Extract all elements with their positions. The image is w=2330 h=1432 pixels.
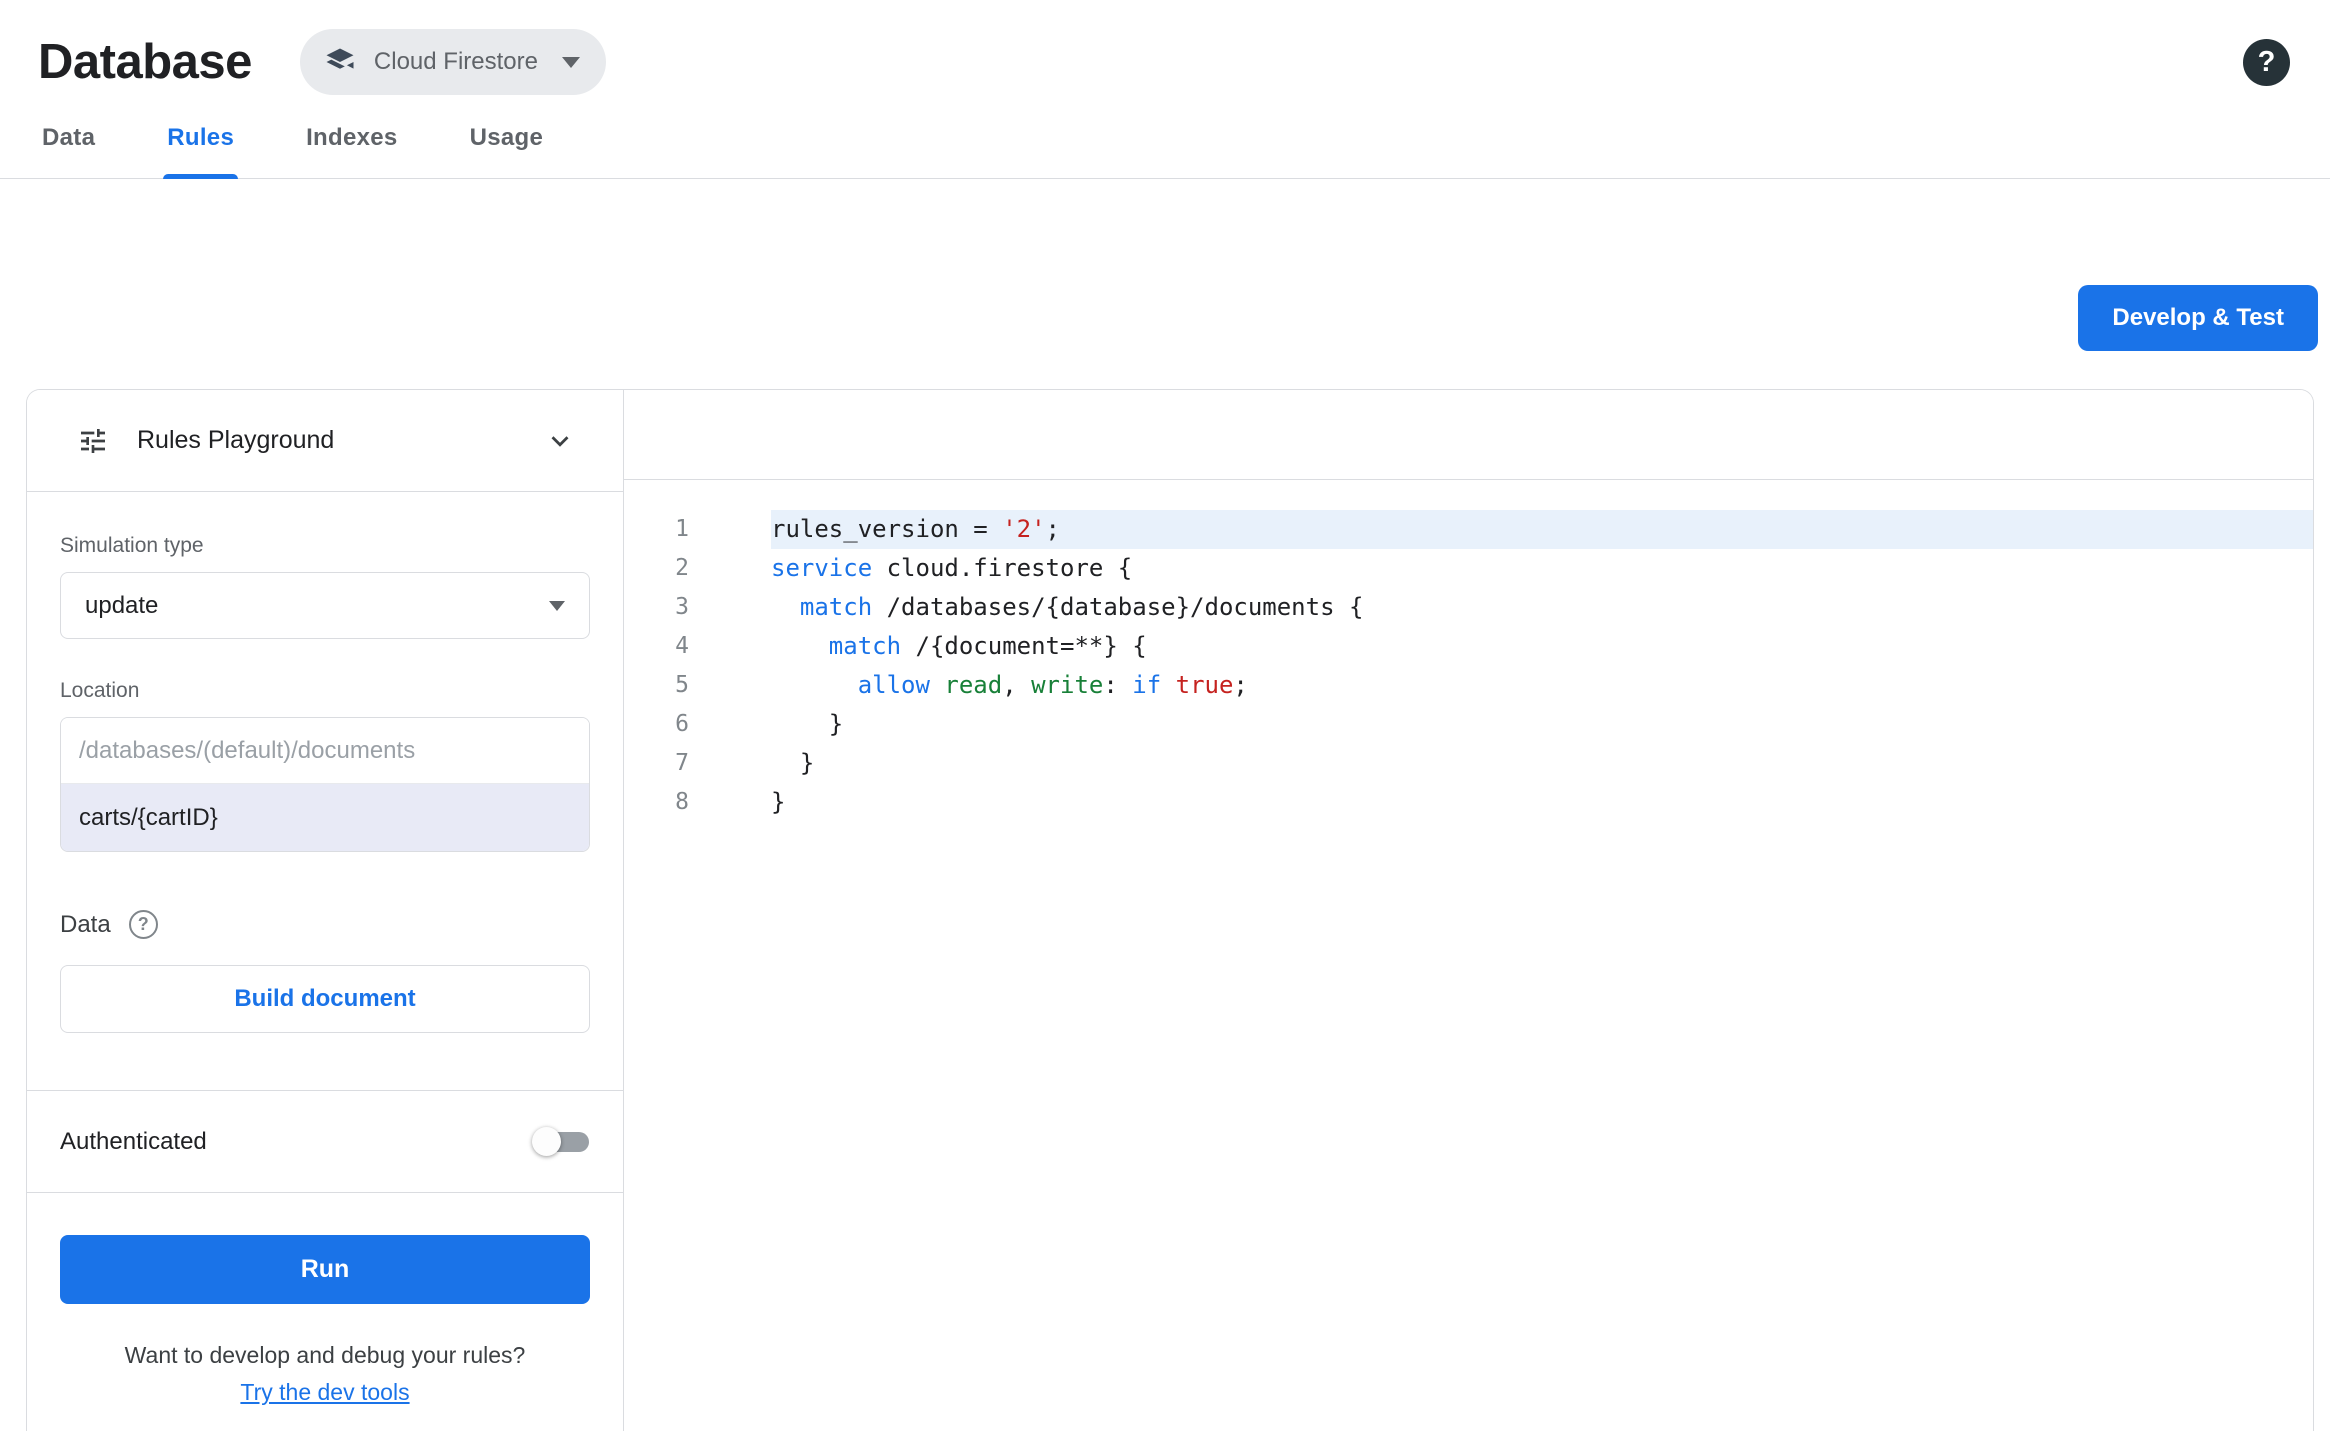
rules-playground-header[interactable]: Rules Playground: [27, 390, 623, 492]
devtools-question: Want to develop and debug your rules?: [124, 1342, 526, 1368]
simulation-type-select[interactable]: update: [60, 572, 590, 639]
product-selector[interactable]: Cloud Firestore: [299, 29, 606, 95]
editor-code[interactable]: rules_version = '2'; service cloud.firest…: [771, 510, 2313, 1431]
location-label: Location: [60, 679, 140, 702]
line-number: 5: [675, 672, 689, 698]
devtools-link[interactable]: Try the dev tools: [60, 1379, 590, 1406]
playground-form: Simulation type update Location /databas…: [27, 492, 623, 1090]
location-prefix: /databases/(default)/documents: [61, 718, 589, 784]
tab-bar: Data Rules Indexes Usage: [0, 108, 2330, 179]
data-section-header: Data ?: [60, 910, 590, 939]
line-number: 2: [675, 555, 689, 581]
run-section: Run Want to develop and debug your rules…: [27, 1193, 623, 1406]
line-number: 4: [675, 633, 689, 659]
simulation-type-value: update: [85, 591, 159, 619]
develop-test-button[interactable]: Develop & Test: [2078, 285, 2318, 351]
tab-data[interactable]: Data: [38, 108, 99, 178]
editor-body: 1 2 3 4 5 6 7 8 rules_version = '2'; service clo…: [624, 480, 2313, 1431]
tab-usage[interactable]: Usage: [466, 108, 548, 178]
location-input[interactable]: carts/{cartID}: [61, 784, 589, 851]
build-document-button[interactable]: Build document: [60, 965, 590, 1033]
line-number: 8: [675, 789, 689, 815]
code-line[interactable]: }: [771, 744, 2313, 783]
code-line[interactable]: service cloud.firestore {: [771, 549, 2313, 588]
product-selector-label: Cloud Firestore: [373, 48, 538, 75]
collapse-chevron-icon: [545, 426, 575, 456]
line-number: 6: [675, 711, 689, 737]
run-button[interactable]: Run: [60, 1235, 590, 1304]
tab-rules[interactable]: Rules: [163, 108, 238, 179]
code-line[interactable]: match /{document=**} {: [771, 627, 2313, 666]
tune-icon: [77, 425, 109, 457]
editor-toolbar: [624, 390, 2313, 480]
rules-card: Rules Playground Simulation type update …: [26, 389, 2314, 1431]
chevron-down-icon: [561, 56, 580, 68]
line-number: 7: [675, 750, 689, 776]
rules-editor: 1 2 3 4 5 6 7 8 rules_version = '2'; service clo…: [624, 390, 2313, 1431]
chevron-down-icon: [549, 600, 565, 611]
firestore-icon: [322, 44, 358, 80]
line-number: 1: [675, 516, 689, 542]
code-line[interactable]: }: [771, 783, 2313, 822]
location-field: /databases/(default)/documents carts/{ca…: [60, 717, 590, 852]
authenticated-toggle[interactable]: [532, 1126, 590, 1157]
editor-gutter: 1 2 3 4 5 6 7 8: [624, 510, 771, 1431]
code-line[interactable]: match /databases/{database}/documents {: [771, 588, 2313, 627]
page-title: Database: [38, 35, 252, 89]
panel-title: Rules Playground: [137, 426, 335, 454]
actions-row: Develop & Test: [0, 285, 2330, 351]
simulation-type-label: Simulation type: [60, 534, 204, 557]
data-label: Data: [60, 910, 111, 938]
code-line[interactable]: }: [771, 705, 2313, 744]
line-number: 3: [675, 594, 689, 620]
code-line[interactable]: rules_version = '2';: [771, 510, 2313, 549]
rules-playground-panel: Rules Playground Simulation type update …: [27, 390, 624, 1431]
authenticated-row: Authenticated: [27, 1091, 623, 1192]
authenticated-label: Authenticated: [60, 1127, 207, 1155]
tab-indexes[interactable]: Indexes: [302, 108, 401, 178]
help-button[interactable]: ?: [2243, 38, 2290, 86]
data-help-icon[interactable]: ?: [128, 910, 158, 939]
code-line[interactable]: allow read, write: if true;: [771, 666, 2313, 705]
top-bar: Database Cloud Firestore ?: [0, 0, 2330, 100]
